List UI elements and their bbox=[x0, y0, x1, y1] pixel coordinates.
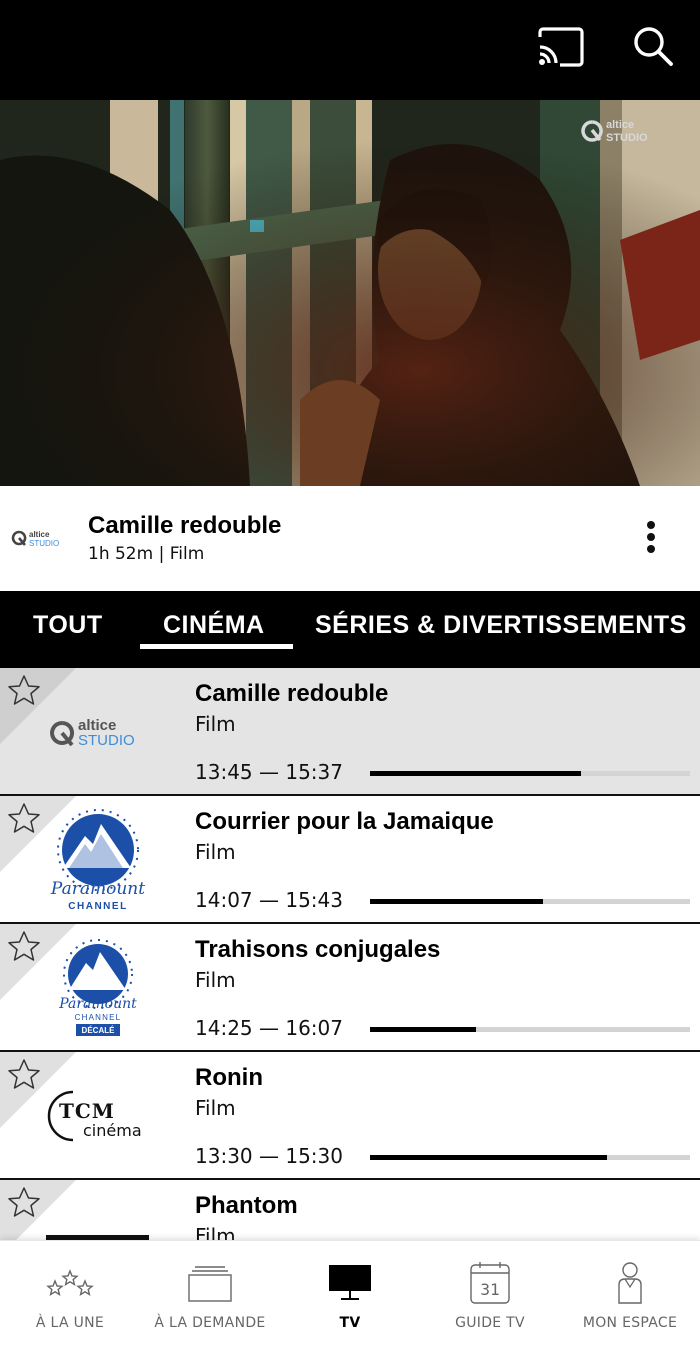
svg-text:CHANNEL: CHANNEL bbox=[68, 901, 127, 912]
progress-fill bbox=[370, 771, 582, 776]
nav-a-la-une[interactable]: À LA UNE bbox=[0, 1241, 140, 1345]
program-row[interactable]: Paramount CHANNEL DÉCALÉ Trahisons conju… bbox=[0, 924, 700, 1052]
program-row[interactable]: Phantom Film bbox=[0, 1180, 700, 1240]
program-title: Ronin bbox=[195, 1064, 263, 1091]
nav-tv[interactable]: TV bbox=[280, 1241, 420, 1345]
now-playing-title: Camille redouble bbox=[88, 512, 282, 539]
program-time: 14:07 — 15:43 bbox=[195, 888, 343, 912]
calendar-day: 31 bbox=[480, 1280, 499, 1299]
progress-bar bbox=[370, 899, 690, 904]
svg-text:cinéma: cinéma bbox=[83, 1121, 142, 1140]
nav-a-la-demande[interactable]: À LA DEMANDE bbox=[140, 1241, 280, 1345]
cast-icon[interactable] bbox=[536, 27, 584, 67]
nav-label: GUIDE TV bbox=[455, 1315, 525, 1331]
svg-text:STUDIO: STUDIO bbox=[78, 732, 135, 749]
channel-logo-altice-studio: altice STUDIO bbox=[11, 530, 59, 548]
program-time: 13:30 — 15:30 bbox=[195, 1144, 343, 1168]
svg-text:TCM: TCM bbox=[59, 1099, 115, 1123]
category-tabs: TOUT CINÉMA SÉRIES & DIVERTISSEMENTS bbox=[0, 591, 700, 668]
progress-fill bbox=[370, 1027, 476, 1032]
tab-selected-indicator bbox=[140, 644, 293, 649]
tv-icon bbox=[329, 1265, 371, 1300]
channel-logo-altice-studio: altice STUDIO bbox=[40, 678, 155, 786]
calendar-icon: 31 bbox=[470, 1262, 510, 1304]
svg-text:altice: altice bbox=[29, 530, 50, 539]
altice-studio-watermark: altice STUDIO bbox=[581, 119, 648, 144]
svg-text:CHANNEL: CHANNEL bbox=[74, 1013, 121, 1022]
program-genre: Film bbox=[195, 1224, 236, 1240]
channel-logo-tcm-cinema: TCM cinéma bbox=[40, 1062, 155, 1170]
nav-label: À LA UNE bbox=[35, 1315, 105, 1331]
program-time: 14:25 — 16:07 bbox=[195, 1016, 343, 1040]
program-title: Phantom bbox=[195, 1192, 298, 1219]
nav-label: TV bbox=[339, 1315, 361, 1331]
nav-guide-tv[interactable]: 31 GUIDE TV bbox=[420, 1241, 560, 1345]
more-vertical-icon[interactable] bbox=[640, 518, 662, 558]
program-row[interactable]: altice STUDIO Camille redouble Film 13:4… bbox=[0, 668, 700, 796]
progress-bar bbox=[370, 1027, 690, 1032]
svg-text:DÉCALÉ: DÉCALÉ bbox=[81, 1026, 115, 1035]
tab-cinema[interactable]: CINÉMA bbox=[163, 611, 265, 640]
now-playing-meta: 1h 52m | Film bbox=[88, 544, 205, 564]
now-playing-bar[interactable]: altice STUDIO Camille redouble 1h 52m | … bbox=[0, 486, 700, 591]
program-row[interactable]: Paramount CHANNEL Courrier pour la Jamai… bbox=[0, 796, 700, 924]
program-list[interactable]: altice STUDIO Camille redouble Film 13:4… bbox=[0, 668, 700, 1240]
channel-logo-paramount-channel-decale: Paramount CHANNEL DÉCALÉ bbox=[40, 934, 155, 1042]
channel-logo-paramount-channel: Paramount CHANNEL bbox=[40, 806, 155, 914]
library-icon bbox=[188, 1266, 232, 1302]
program-title: Courrier pour la Jamaique bbox=[195, 808, 494, 835]
stars-icon bbox=[46, 1269, 94, 1296]
svg-text:STUDIO: STUDIO bbox=[606, 132, 648, 144]
video-frame bbox=[0, 100, 700, 486]
program-genre: Film bbox=[195, 840, 236, 864]
program-row[interactable]: TCM cinéma Ronin Film 13:30 — 15:30 bbox=[0, 1052, 700, 1180]
person-icon bbox=[618, 1262, 642, 1304]
svg-text:STUDIO: STUDIO bbox=[29, 539, 59, 548]
svg-text:Paramount: Paramount bbox=[58, 996, 137, 1012]
program-genre: Film bbox=[195, 968, 236, 992]
svg-text:Paramount: Paramount bbox=[49, 879, 144, 899]
tab-series-divertissements[interactable]: SÉRIES & DIVERTISSEMENTS bbox=[315, 611, 687, 640]
bottom-navigation: À LA UNE À LA DEMANDE TV 31 GUIDE TV MON… bbox=[0, 1240, 700, 1345]
progress-fill bbox=[370, 1155, 607, 1160]
progress-bar bbox=[370, 1155, 690, 1160]
tab-tout[interactable]: TOUT bbox=[33, 611, 103, 640]
video-player[interactable]: altice STUDIO bbox=[0, 100, 700, 486]
nav-mon-espace[interactable]: MON ESPACE bbox=[560, 1241, 700, 1345]
program-title: Camille redouble bbox=[195, 680, 389, 707]
program-genre: Film bbox=[195, 712, 236, 736]
nav-label: À LA DEMANDE bbox=[154, 1315, 266, 1331]
svg-text:altice: altice bbox=[606, 119, 634, 131]
search-icon[interactable] bbox=[632, 25, 674, 67]
progress-bar bbox=[370, 771, 690, 776]
favorite-star-icon[interactable] bbox=[0, 1180, 78, 1240]
progress-fill bbox=[370, 899, 543, 904]
program-title: Trahisons conjugales bbox=[195, 936, 441, 963]
nav-label: MON ESPACE bbox=[582, 1315, 678, 1331]
top-bar bbox=[0, 0, 700, 100]
program-genre: Film bbox=[195, 1096, 236, 1120]
program-time: 13:45 — 15:37 bbox=[195, 760, 343, 784]
